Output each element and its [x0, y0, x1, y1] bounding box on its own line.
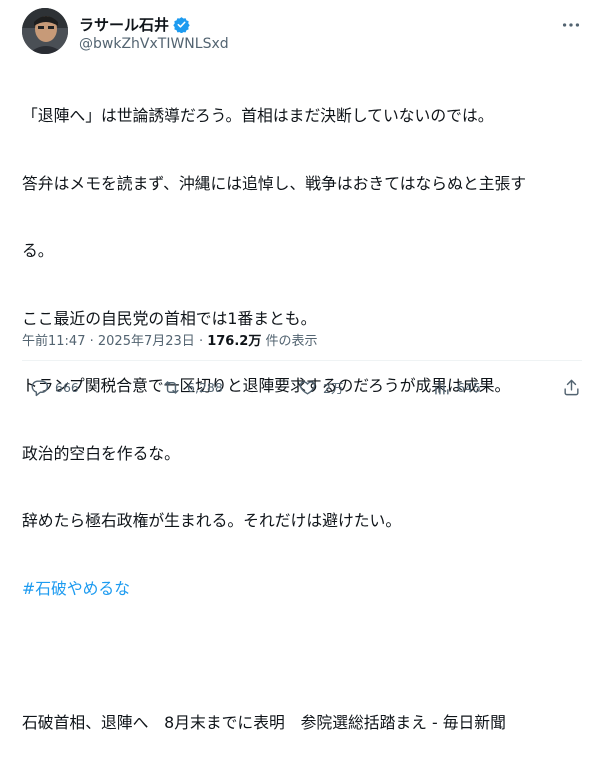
view-count: 176.2万 [207, 334, 262, 349]
avatar[interactable] [22, 8, 68, 54]
repost-button[interactable]: 6,288 [162, 378, 223, 397]
reply-icon [31, 380, 49, 397]
share-icon [564, 379, 579, 396]
divider [22, 360, 582, 361]
reply-count: 666 [55, 380, 79, 395]
meta-separator: · [198, 334, 204, 349]
news-headline: 石破首相、退陣へ 8月末までに表明 参院選総括踏まえ - 毎日新聞 [22, 713, 506, 732]
view-label: 件の表示 [265, 334, 318, 349]
author-handle[interactable]: @bwkZhVxTIWNLSxd [79, 36, 229, 52]
body-line: ここ最近の自民党の首相では1番まとも。 [22, 308, 317, 328]
like-icon [299, 381, 316, 395]
action-bar: 666 6,288 2万 645 [22, 378, 582, 402]
post-time[interactable]: 午前11:47 [22, 334, 85, 349]
body-line: 辞めたら極右政権が生まれる。それだけは避けたい。 [22, 511, 402, 530]
avatar-photo [22, 8, 68, 54]
share-button[interactable] [562, 378, 587, 397]
tweet-body: 「退陣へ」は世論誘導だろう。首相はまだ決断していないのでは。 答弁はメモを読まず… [22, 60, 582, 757]
more-icon[interactable] [560, 14, 582, 36]
like-count: 2万 [323, 381, 344, 396]
author-row: ラサール石井 [79, 14, 190, 35]
bookmark-count: 645 [457, 380, 481, 395]
post-date[interactable]: 2025年7月23日 [98, 334, 195, 349]
like-button[interactable]: 2万 [298, 378, 343, 397]
body-line: 政治的空白を作るな。 [22, 443, 180, 463]
views-button[interactable]: 645 [432, 378, 481, 397]
body-line: 答弁はメモを読まず、沖縄には追悼し、戦争はおきてはならぬと主張す [22, 173, 527, 193]
hashtag-link[interactable]: #石破やめるな [22, 578, 582, 601]
tweet-header: ラサール石井 @bwkZhVxTIWNLSxd [22, 8, 582, 58]
repost-icon [164, 381, 179, 394]
views-chart-icon [435, 381, 449, 395]
body-line: る。 [22, 241, 54, 260]
body-line: 「退陣へ」は世論誘導だろう。首相はまだ決断していないのでは。 [22, 106, 494, 125]
tweet-meta: 午前11:47 · 2025年7月23日 · 176.2万 件の表示 [22, 330, 318, 349]
author-name[interactable]: ラサール石井 [79, 14, 169, 35]
reply-button[interactable]: 666 [30, 378, 79, 397]
repost-count: 6,288 [187, 380, 223, 395]
meta-separator: · [89, 334, 94, 349]
verified-badge-icon [173, 17, 190, 33]
